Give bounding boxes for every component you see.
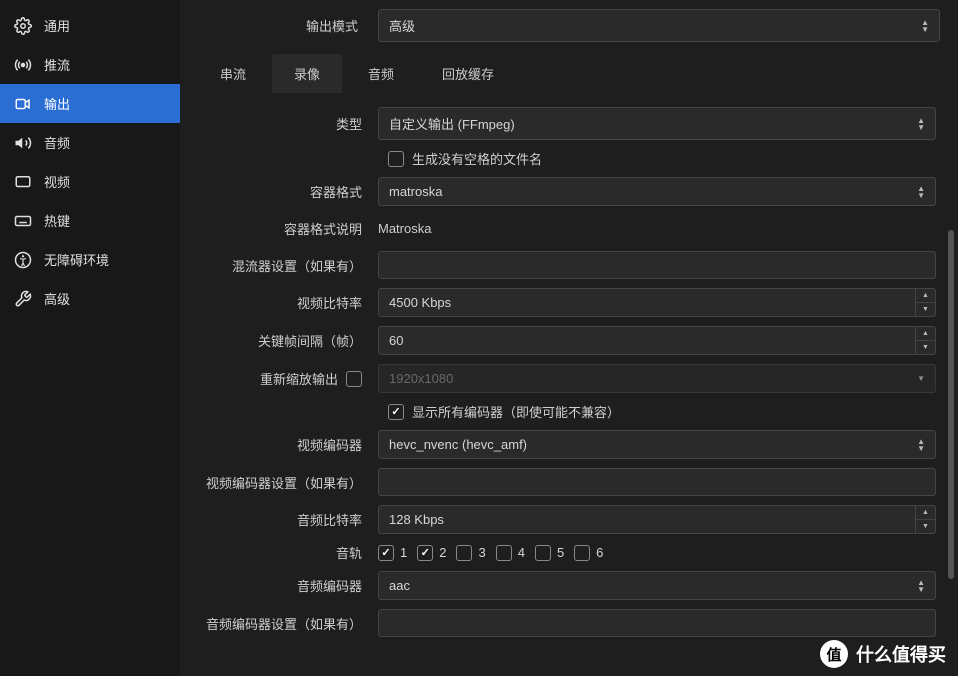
show-all-encoders-checkbox[interactable] (388, 404, 404, 420)
scrollbar[interactable] (948, 230, 954, 666)
sidebar-item-output[interactable]: 输出 (0, 84, 180, 123)
output-mode-value: 高级 (389, 16, 415, 35)
container-label: 容器格式 (198, 182, 368, 201)
type-select[interactable]: 自定义输出 (FFmpeg) ▲▼ (378, 107, 936, 140)
type-value: 自定义输出 (FFmpeg) (389, 114, 515, 133)
updown-icon: ▲▼ (921, 20, 929, 32)
rescale-select[interactable]: 1920x1080 ▼ (378, 364, 936, 393)
muxer-label: 混流器设置（如果有） (198, 256, 368, 275)
spin-down-icon[interactable]: ▼ (916, 520, 935, 533)
no-spaces-label: 生成没有空格的文件名 (412, 149, 542, 168)
sidebar-item-label: 视频 (44, 172, 70, 191)
keyboard-icon (14, 212, 32, 230)
output-mode-label: 输出模式 (198, 16, 368, 35)
container-desc-label: 容器格式说明 (198, 219, 368, 238)
vencoder-select[interactable]: hevc_nvenc (hevc_amf) ▲▼ (378, 430, 936, 459)
tab-recording[interactable]: 录像 (272, 54, 342, 93)
aencoder-select[interactable]: aac ▲▼ (378, 571, 936, 600)
keyint-label: 关键帧间隔（帧） (198, 331, 368, 350)
settings-content: 类型 自定义输出 (FFmpeg) ▲▼ 生成没有空格的文件名 容器格式 mat… (180, 93, 958, 676)
updown-icon: ▲▼ (917, 186, 925, 198)
type-label: 类型 (198, 114, 368, 133)
updown-icon: ▲▼ (917, 118, 925, 130)
sidebar-item-label: 通用 (44, 16, 70, 35)
tab-replay-buffer[interactable]: 回放缓存 (420, 54, 516, 93)
venc-settings-input[interactable] (378, 468, 936, 496)
tools-icon (14, 290, 32, 308)
output-icon (14, 95, 32, 113)
sidebar-item-accessibility[interactable]: 无障碍环境 (0, 240, 180, 279)
show-all-encoders-label: 显示所有编码器（即使可能不兼容） (412, 402, 620, 421)
aenc-settings-input[interactable] (378, 609, 936, 637)
updown-icon: ▲▼ (917, 439, 925, 451)
no-spaces-checkbox[interactable] (388, 151, 404, 167)
track-4-checkbox[interactable] (496, 545, 512, 561)
sidebar-item-label: 音频 (44, 133, 70, 152)
gear-icon (14, 17, 32, 35)
track-1-checkbox[interactable] (378, 545, 394, 561)
antenna-icon (14, 56, 32, 74)
track-6-checkbox[interactable] (574, 545, 590, 561)
spin-up-icon[interactable]: ▲ (916, 289, 935, 303)
rescale-label: 重新缩放输出 (260, 369, 338, 388)
track-label: 2 (439, 545, 446, 560)
tab-streaming[interactable]: 串流 (198, 54, 268, 93)
track-label: 5 (557, 545, 564, 560)
vencoder-label: 视频编码器 (198, 435, 368, 454)
spin-up-icon[interactable]: ▲ (916, 506, 935, 520)
track-label: 4 (518, 545, 525, 560)
vbitrate-spinner[interactable]: 4500 Kbps ▲▼ (378, 288, 936, 317)
spin-down-icon[interactable]: ▼ (916, 341, 935, 354)
vbitrate-value: 4500 Kbps (379, 289, 915, 316)
aenc-settings-label: 音频编码器设置（如果有） (198, 614, 368, 633)
keyint-value: 60 (379, 327, 915, 354)
aencoder-label: 音频编码器 (198, 576, 368, 595)
vencoder-value: hevc_nvenc (hevc_amf) (389, 437, 527, 452)
abitrate-value: 128 Kbps (379, 506, 915, 533)
sidebar: 通用 推流 输出 音频 视频 热键 无障碍环境 高级 (0, 0, 180, 676)
abitrate-label: 音频比特率 (198, 510, 368, 529)
vbitrate-label: 视频比特率 (198, 293, 368, 312)
updown-icon: ▲▼ (917, 580, 925, 592)
tabs: 串流 录像 音频 回放缓存 (180, 42, 958, 93)
spin-down-icon[interactable]: ▼ (916, 303, 935, 316)
track-5-checkbox[interactable] (535, 545, 551, 561)
sidebar-item-hotkeys[interactable]: 热键 (0, 201, 180, 240)
track-label: 1 (400, 545, 407, 560)
main-panel: 输出模式 高级 ▲▼ 串流 录像 音频 回放缓存 类型 自定义输出 (FFmpe… (180, 0, 958, 676)
sidebar-item-label: 热键 (44, 211, 70, 230)
sidebar-item-audio[interactable]: 音频 (0, 123, 180, 162)
down-icon: ▼ (917, 376, 925, 381)
track-label: 3 (478, 545, 485, 560)
track-2-checkbox[interactable] (417, 545, 433, 561)
muxer-input[interactable] (378, 251, 936, 279)
sidebar-item-label: 高级 (44, 289, 70, 308)
sidebar-item-label: 无障碍环境 (44, 250, 109, 269)
sidebar-item-video[interactable]: 视频 (0, 162, 180, 201)
track-label: 6 (596, 545, 603, 560)
sidebar-item-general[interactable]: 通用 (0, 6, 180, 45)
tracks-label: 音轨 (198, 543, 368, 562)
track-3-checkbox[interactable] (456, 545, 472, 561)
aencoder-value: aac (389, 578, 410, 593)
monitor-icon (14, 173, 32, 191)
output-mode-select[interactable]: 高级 ▲▼ (378, 9, 940, 42)
container-desc-value: Matroska (378, 215, 936, 242)
keyint-spinner[interactable]: 60 ▲▼ (378, 326, 936, 355)
sidebar-item-label: 推流 (44, 55, 70, 74)
venc-settings-label: 视频编码器设置（如果有） (198, 473, 368, 492)
sidebar-item-stream[interactable]: 推流 (0, 45, 180, 84)
accessibility-icon (14, 251, 32, 269)
spin-up-icon[interactable]: ▲ (916, 327, 935, 341)
rescale-value: 1920x1080 (389, 371, 453, 386)
tab-audio[interactable]: 音频 (346, 54, 416, 93)
abitrate-spinner[interactable]: 128 Kbps ▲▼ (378, 505, 936, 534)
container-select[interactable]: matroska ▲▼ (378, 177, 936, 206)
container-value: matroska (389, 184, 442, 199)
sidebar-item-advanced[interactable]: 高级 (0, 279, 180, 318)
rescale-checkbox[interactable] (346, 371, 362, 387)
sidebar-item-label: 输出 (44, 94, 70, 113)
speaker-icon (14, 134, 32, 152)
